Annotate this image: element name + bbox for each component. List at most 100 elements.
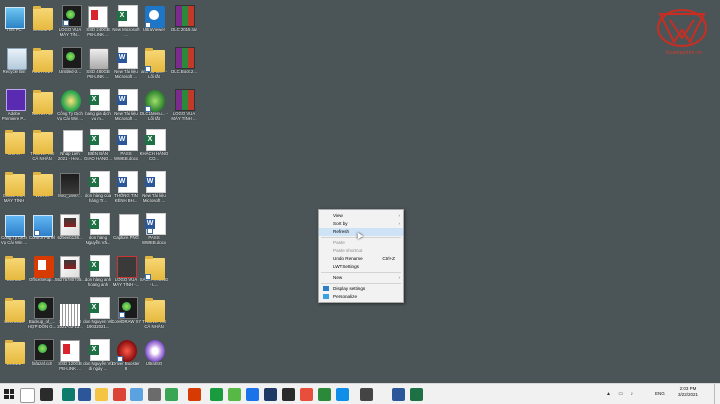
- desktop-icon[interactable]: CorelDRAW X7: [111, 296, 141, 324]
- desktop-icon[interactable]: New Microsoft ...: [112, 4, 140, 37]
- desktop-icon[interactable]: DLC 2015: [0, 296, 28, 324]
- desktop-icon[interactable]: New Tài liệu Microsoft ...: [112, 46, 140, 79]
- menu-item-lwtsettings[interactable]: LWTSettings: [319, 263, 403, 271]
- corel2-icon[interactable]: [318, 388, 331, 401]
- desktop-icon[interactable]: Driver Booster 8: [112, 338, 140, 371]
- desktop-icon[interactable]: IMG_2997...: [56, 170, 84, 198]
- desktop-icon[interactable]: THÔNG TIN CÁ NHÂN: [28, 128, 56, 161]
- menu-item-view[interactable]: View ›: [319, 212, 403, 220]
- menu-item-sort-by[interactable]: Sort by ›: [319, 220, 403, 228]
- desktop-icon[interactable]: Screenshot 2021-03-13...: [56, 296, 84, 329]
- desktop-icon[interactable]: HINH ANH: [28, 46, 56, 74]
- desktop-icon[interactable]: DLC 2015.rar: [170, 4, 198, 32]
- desktop-icon[interactable]: THÔNG TIN CÁ NHÂN: [140, 296, 168, 329]
- chrome-icon[interactable]: [113, 388, 126, 401]
- desktop-icon[interactable]: NOTEPAD: [28, 88, 56, 116]
- word-icon: [117, 47, 138, 69]
- menu-item-new[interactable]: New ›: [319, 274, 403, 282]
- desktop-icon[interactable]: DLC1Menu... - Lối tắt: [140, 88, 168, 121]
- zalo-icon[interactable]: [246, 388, 259, 401]
- menu-item-paste[interactable]: Paste: [319, 239, 403, 247]
- desktop-icon[interactable]: LOGO VUA MÁY TÍNH -...: [112, 254, 140, 287]
- menu-item-shortcut: Ctrl+Z: [382, 256, 395, 261]
- task-view-icon[interactable]: [40, 388, 53, 401]
- desktop-icon[interactable]: LOGO VUA MÁY TÍNH ...: [170, 88, 198, 121]
- menu-item-undo-rename[interactable]: Undo Rename Ctrl+Z: [319, 255, 403, 263]
- app-icon[interactable]: [148, 388, 161, 401]
- desktop-icon[interactable]: LOGO VUA MÁY TÍN...: [56, 4, 84, 37]
- desktop-icon[interactable]: OfficeSetup...: [28, 254, 56, 282]
- menu-item-paste-shortcut[interactable]: Paste shortcut: [319, 247, 403, 255]
- desktop-icon[interactable]: don hàng Nguyễn Vă...: [84, 212, 112, 245]
- app4-icon[interactable]: [360, 388, 373, 401]
- desktop-icon[interactable]: PASS WWEB.docx: [112, 128, 140, 161]
- corel-icon[interactable]: [210, 388, 223, 401]
- desktop-icon[interactable]: Công Ty Dịch Vụ Cài Win ...: [56, 88, 84, 121]
- desktop-icon[interactable]: Công Ty Dịch Vụ Cài Win ...: [0, 212, 28, 245]
- desktop-icon[interactable]: BIÊN BẢN GIAO HANG...: [84, 128, 112, 161]
- excel-icon[interactable]: [410, 388, 423, 401]
- desktop-icon[interactable]: PASS WWEB.docx: [140, 212, 168, 245]
- photos-icon[interactable]: [78, 388, 91, 401]
- desktop-icon[interactable]: KHÁCH HÀNG CO...: [140, 128, 168, 161]
- desktop-icon[interactable]: SSD 240GB PB-LINK ...: [84, 4, 112, 37]
- desktop-icon[interactable]: New Tài liệu Microsoft ...: [112, 88, 140, 121]
- system-tray-icons[interactable]: ▲ ▭ ♪: [606, 391, 636, 397]
- desktop-icon[interactable]: Adobe Premiere P...: [0, 88, 28, 121]
- desktop[interactable]: This PCEXCEL 1LOGO VUA MÁY TÍN... SSD 240…: [0, 0, 720, 383]
- desktop-icon[interactable]: SSD 120GB PB-LINK ...: [56, 338, 84, 371]
- app2-icon[interactable]: [282, 388, 295, 401]
- desktop-icon[interactable]: anh-co-tra... - Lối tắt: [140, 46, 168, 79]
- desktop-icon[interactable]: CODE VUA MÁY TÍNH: [0, 170, 28, 203]
- desktop-icon[interactable]: ảnh in: [0, 128, 28, 156]
- file-explorer-icon[interactable]: [95, 388, 108, 401]
- office-icon[interactable]: [188, 388, 201, 401]
- desktop-icon[interactable]: SSD 480GB PB-LINK ...: [84, 46, 112, 79]
- desktop-icon[interactable]: SÁCH THÔNG - L...: [140, 254, 168, 287]
- show-desktop-button[interactable]: [714, 384, 715, 404]
- desktop-icon[interactable]: New Tài liệu Microsoft ...: [140, 170, 168, 203]
- menu-item-display-settings[interactable]: Display settings: [319, 285, 403, 293]
- desktop-icon[interactable]: bang gia dịch vu m...: [84, 88, 112, 121]
- teamviewer-icon[interactable]: [336, 388, 349, 401]
- desktop-icon[interactable]: 55275780705...: [55, 254, 85, 282]
- desktop-icon[interactable]: Nhap Lieh 2021 - Hev...: [56, 128, 84, 161]
- desktop-icon[interactable]: 625eeb136...: [56, 212, 84, 240]
- app3-icon[interactable]: [300, 388, 313, 401]
- desktop-icon[interactable]: don Nguyen Vũ 19032021...: [83, 296, 113, 329]
- paint-icon[interactable]: [130, 388, 143, 401]
- desktop-icon[interactable]: EXCEL: [0, 338, 28, 366]
- camtasia-icon[interactable]: [165, 388, 178, 401]
- excel-icon: [89, 171, 110, 193]
- desktop-icon[interactable]: Recycle Bin: [0, 46, 28, 74]
- language-indicator[interactable]: ENG: [655, 391, 665, 396]
- menu-item-label: Paste shortcut: [333, 248, 363, 253]
- desktop-icon[interactable]: DLC.Boot.2...: [170, 46, 198, 74]
- desktop-icon[interactable]: UltraViewer: [140, 4, 168, 32]
- edge-icon[interactable]: [62, 388, 75, 401]
- menu-item-personalize[interactable]: Personalize: [319, 293, 403, 301]
- desktop-icon[interactable]: don hàng anh hoang anh Hoan Đ...: [84, 254, 112, 287]
- coccoc-icon[interactable]: [228, 388, 241, 401]
- corel-icon: [34, 297, 54, 319]
- desktop-icon[interactable]: UltraISO: [140, 338, 168, 366]
- start-button[interactable]: [4, 389, 14, 399]
- desktop-icon[interactable]: Backup_of_... HỢP ĐỒN G...: [28, 296, 56, 329]
- desktop-icon[interactable]: Capture.PNG: [112, 212, 140, 240]
- desktop-icon[interactable]: COREL: [0, 254, 28, 282]
- desktop-icon[interactable]: Control Panel: [28, 212, 56, 240]
- clock[interactable]: 2:03 PM 3/22/2021: [670, 386, 706, 398]
- photoshop-icon[interactable]: [264, 388, 277, 401]
- red-icon: [117, 340, 137, 362]
- desktop-icon[interactable]: don hàng của hàng Tr...: [84, 170, 112, 203]
- desktop-icon[interactable]: EXCEL 1: [28, 4, 56, 32]
- desktop-icon[interactable]: THÔNG TIN KÊNH BH...: [112, 170, 140, 203]
- word-icon[interactable]: [392, 388, 405, 401]
- desktop-icon[interactable]: don Nguyễn Vũ di ngày ...: [83, 338, 113, 371]
- desktop-icon[interactable]: This PC: [0, 4, 28, 32]
- desktop-icon[interactable]: WORK: [28, 170, 56, 198]
- desktop-icon[interactable]: Untitled-2...: [56, 46, 84, 74]
- search-icon[interactable]: [20, 388, 35, 403]
- desktop-context-menu[interactable]: View › Sort by › Refresh Paste Paste shortcut U…: [318, 209, 404, 303]
- desktop-icon[interactable]: fafazaf.cdr: [28, 338, 56, 366]
